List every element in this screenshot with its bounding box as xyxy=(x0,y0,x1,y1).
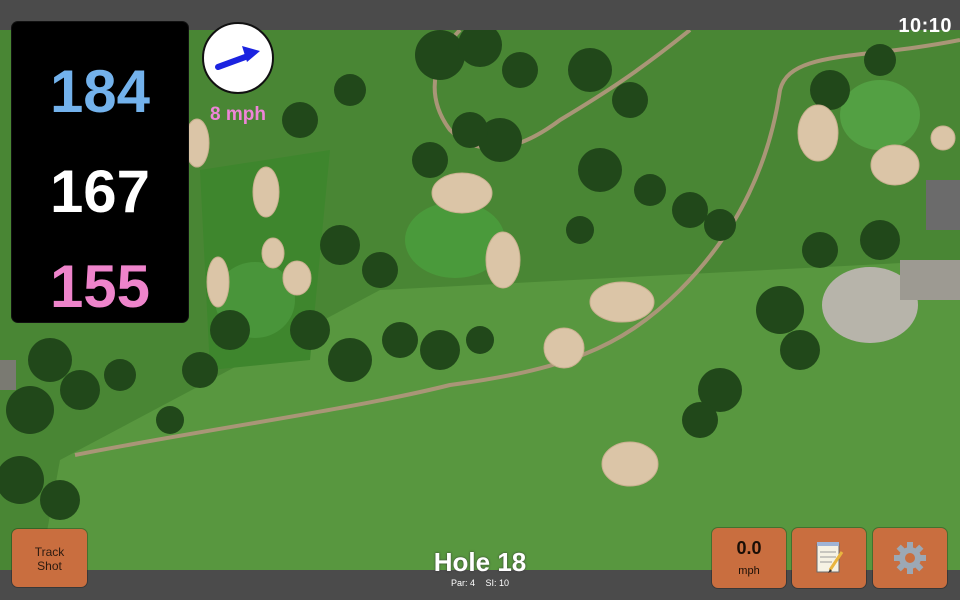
notes-button[interactable] xyxy=(792,528,866,588)
status-clock: 10:10 xyxy=(898,15,952,37)
front-distance: 155 xyxy=(49,253,151,320)
notepad-icon xyxy=(816,542,844,573)
gear-icon xyxy=(894,542,926,574)
track-shot-label-line2: Shot xyxy=(37,559,62,573)
distance-panel[interactable]: 184 167 155 xyxy=(12,22,188,322)
hole-title: Hole 18 xyxy=(433,547,527,577)
hole-info: Par: 4 SI: 10 xyxy=(400,578,560,588)
speed-button[interactable]: 0.0 mph xyxy=(712,528,786,588)
speed-value: 0.0 xyxy=(736,538,762,558)
wind-speed-label: 8 mph xyxy=(210,104,266,125)
stroke-index-label: SI: 10 xyxy=(485,578,510,588)
middle-distance: 167 xyxy=(49,158,151,225)
settings-button[interactable] xyxy=(873,528,947,588)
arrow-right-icon xyxy=(215,46,260,70)
track-shot-button[interactable]: Track Shot xyxy=(12,529,87,587)
speed-unit: mph xyxy=(738,565,760,577)
wind-direction-indicator xyxy=(202,22,274,94)
par-label: Par: 4 xyxy=(450,578,475,588)
track-shot-label-line1: Track xyxy=(34,545,65,559)
back-distance: 184 xyxy=(49,58,151,125)
